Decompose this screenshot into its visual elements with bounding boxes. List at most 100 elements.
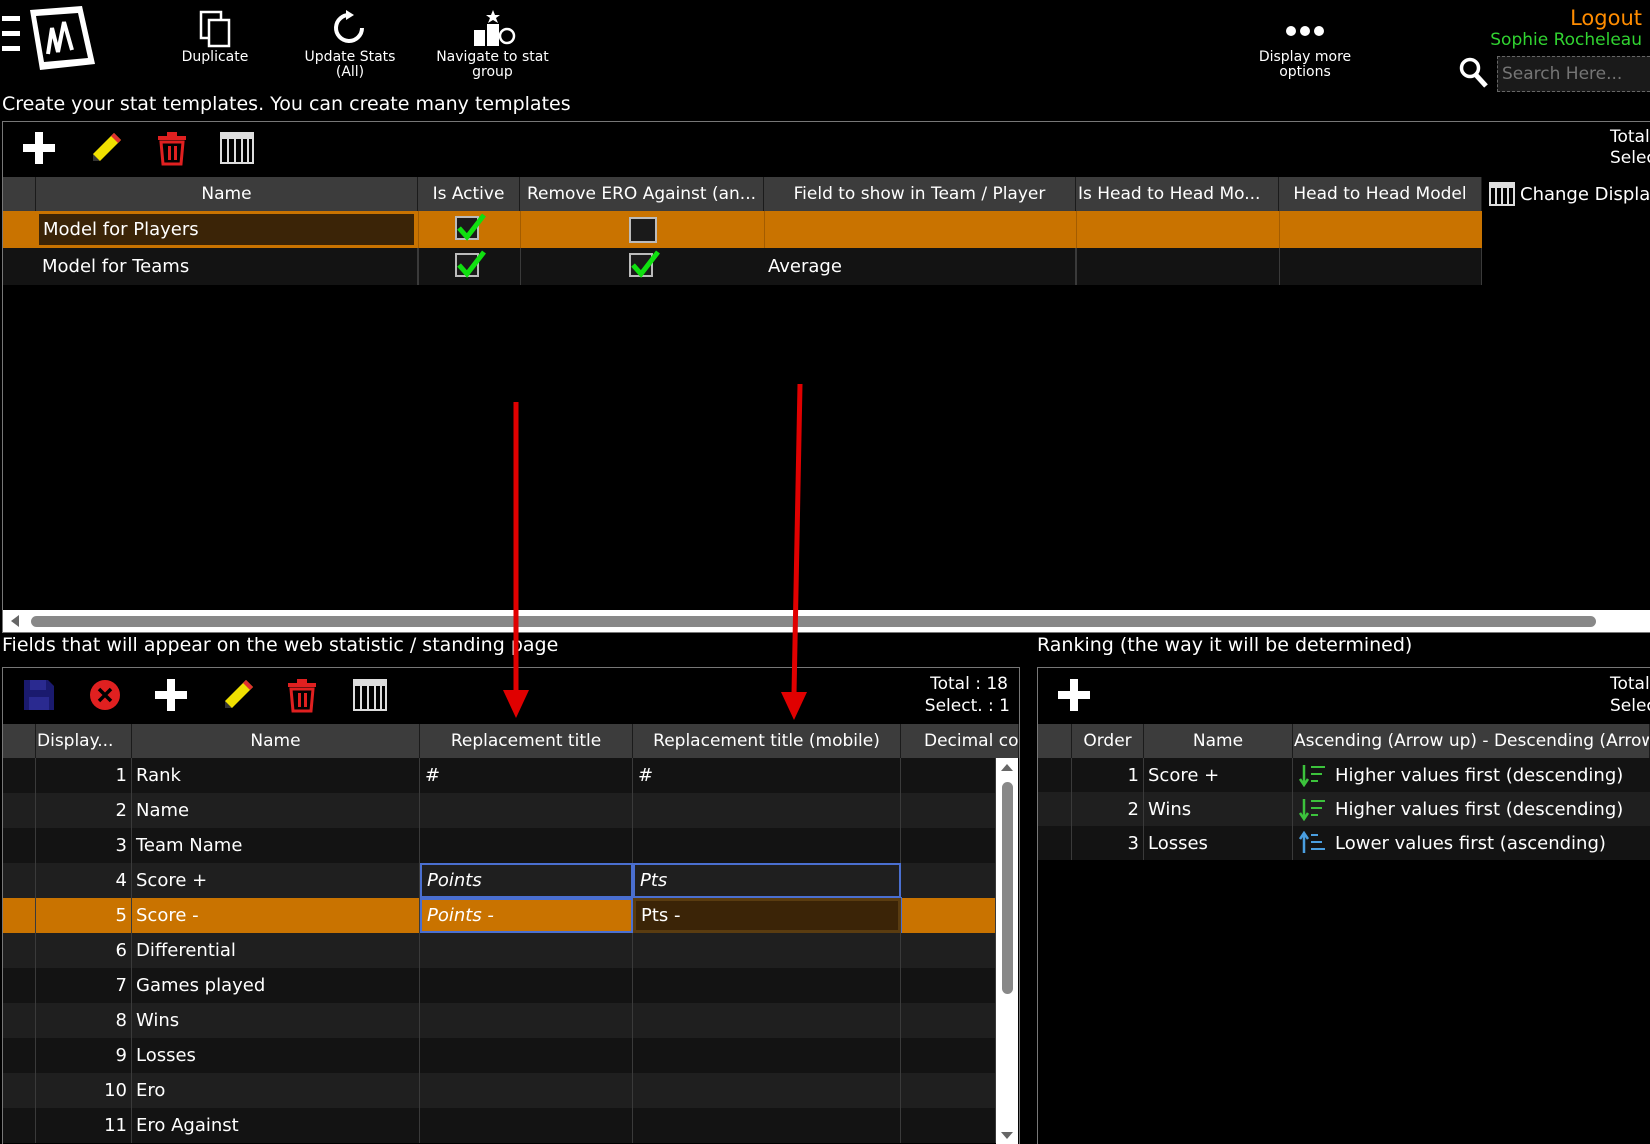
field-row-indicator[interactable] xyxy=(3,863,36,898)
field-row-decimal[interactable] xyxy=(901,933,996,968)
field-row-name[interactable]: Games played xyxy=(132,968,420,1003)
field-row-replacement-title-mobile[interactable] xyxy=(633,1073,901,1108)
template-row-remove-ero-checkbox[interactable] xyxy=(629,250,660,278)
templates-col-h2h-model[interactable]: Head to Head Model xyxy=(1279,177,1482,211)
ranking-row-order[interactable]: 3 xyxy=(1072,826,1144,860)
ranking-col-direction[interactable]: Ascending (Arrow up) - Descending (Arrow xyxy=(1293,724,1650,758)
field-row-decimal[interactable] xyxy=(901,1073,996,1108)
field-row-replacement-title-mobile[interactable] xyxy=(633,1038,901,1073)
field-row-replacement-title-mobile[interactable]: # xyxy=(633,758,901,793)
field-row-decimal[interactable] xyxy=(901,1108,996,1143)
field-row-indicator[interactable] xyxy=(3,1108,36,1143)
field-row-replacement-title[interactable]: Points - xyxy=(420,898,633,933)
ranking-row-direction[interactable]: Higher values first (descending) xyxy=(1293,792,1650,826)
field-row-order[interactable]: 1 xyxy=(36,758,132,793)
field-row-indicator[interactable] xyxy=(3,1038,36,1073)
field-row-name[interactable]: Wins xyxy=(132,1003,420,1038)
field-row-order[interactable]: 7 xyxy=(36,968,132,1003)
field-row-name[interactable]: Score + xyxy=(132,863,420,898)
fields-vertical-scrollbar[interactable] xyxy=(996,758,1018,1144)
ranking-row-direction[interactable]: Lower values first (ascending) xyxy=(1293,826,1650,860)
delete-template-icon[interactable] xyxy=(154,130,190,166)
field-row-replacement-title-mobile[interactable] xyxy=(633,968,901,1003)
fields-col-replacement-title[interactable]: Replacement title xyxy=(420,724,633,758)
field-row-decimal[interactable] xyxy=(901,1003,996,1038)
field-row-indicator[interactable] xyxy=(3,793,36,828)
logout-link[interactable]: Logout xyxy=(1570,6,1642,30)
delete-field-icon[interactable] xyxy=(284,677,320,713)
field-row-order[interactable]: 4 xyxy=(36,863,132,898)
field-row-order[interactable]: 3 xyxy=(36,828,132,863)
field-row-decimal[interactable] xyxy=(901,898,996,933)
ranking-row-name[interactable]: Losses xyxy=(1144,826,1293,860)
ranking-row-order[interactable]: 1 xyxy=(1072,758,1144,792)
field-row-name[interactable]: Ero Against xyxy=(132,1108,420,1143)
field-row-indicator[interactable] xyxy=(3,1003,36,1038)
field-row-order[interactable]: 5 xyxy=(36,898,132,933)
scroll-down-icon[interactable] xyxy=(999,1130,1015,1142)
app-logo[interactable] xyxy=(0,2,100,74)
template-row-remove-ero-checkbox[interactable] xyxy=(629,217,657,243)
field-row-replacement-title[interactable] xyxy=(420,1073,633,1108)
field-row-replacement-title-mobile[interactable]: Pts - xyxy=(632,897,902,934)
field-row-name[interactable]: Team Name xyxy=(132,828,420,863)
field-row-name[interactable]: Ero xyxy=(132,1073,420,1108)
update-stats-button[interactable]: Update Stats (All) xyxy=(300,8,400,80)
ranking-row-direction[interactable]: Higher values first (descending) xyxy=(1293,758,1650,792)
scroll-left-icon[interactable] xyxy=(7,613,23,629)
field-row-name[interactable]: Rank xyxy=(132,758,420,793)
templates-col-is-active[interactable]: Is Active xyxy=(418,177,520,211)
field-row-indicator[interactable] xyxy=(3,758,36,793)
template-row-is-active-checkbox[interactable] xyxy=(455,250,486,278)
edit-template-icon[interactable] xyxy=(88,130,124,166)
change-display-button[interactable]: Change Display xyxy=(1488,180,1650,208)
ranking-row-indicator[interactable] xyxy=(1038,826,1072,860)
add-template-icon[interactable] xyxy=(21,130,57,166)
field-row-decimal[interactable] xyxy=(901,758,996,793)
add-ranking-icon[interactable] xyxy=(1056,677,1092,713)
field-row-order[interactable]: 11 xyxy=(36,1108,132,1143)
field-row-replacement-title-mobile[interactable] xyxy=(633,933,901,968)
ranking-row-indicator[interactable] xyxy=(1038,758,1072,792)
field-row-decimal[interactable] xyxy=(901,968,996,1003)
field-row-replacement-title[interactable] xyxy=(420,828,633,863)
fields-col-name[interactable]: Name xyxy=(132,724,420,758)
navigate-stat-group-button[interactable]: Navigate to stat group xyxy=(430,8,555,80)
field-row-order[interactable]: 6 xyxy=(36,933,132,968)
field-row-name[interactable]: Score - xyxy=(132,898,420,933)
field-row-indicator[interactable] xyxy=(3,828,36,863)
columns-field-icon[interactable] xyxy=(352,677,388,713)
display-more-options-button[interactable]: Display more options xyxy=(1250,14,1360,80)
cancel-icon[interactable] xyxy=(88,678,122,712)
save-icon[interactable] xyxy=(22,678,56,712)
ranking-row-order[interactable]: 2 xyxy=(1072,792,1144,826)
field-row-replacement-title[interactable]: # xyxy=(420,758,633,793)
field-row-indicator[interactable] xyxy=(3,933,36,968)
template-row-name[interactable]: Model for Players xyxy=(37,212,416,247)
field-row-replacement-title[interactable] xyxy=(420,1003,633,1038)
field-row-order[interactable]: 8 xyxy=(36,1003,132,1038)
field-row-replacement-title-mobile[interactable] xyxy=(633,1108,901,1143)
ranking-col-order[interactable]: Order xyxy=(1072,724,1144,758)
duplicate-button[interactable]: Duplicate xyxy=(175,8,255,65)
field-row-indicator[interactable] xyxy=(3,898,36,933)
field-row-replacement-title-mobile[interactable]: Pts xyxy=(633,863,901,898)
scrollbar-thumb[interactable] xyxy=(1002,782,1013,994)
ranking-row-indicator[interactable] xyxy=(1038,792,1072,826)
field-row-replacement-title[interactable] xyxy=(420,793,633,828)
ranking-row-name[interactable]: Score + xyxy=(1144,758,1293,792)
field-row-replacement-title[interactable] xyxy=(420,968,633,1003)
field-row-replacement-title[interactable]: Points xyxy=(420,863,633,898)
add-field-icon[interactable] xyxy=(153,677,189,713)
template-row-is-active-checkbox[interactable] xyxy=(455,213,486,241)
scroll-up-icon[interactable] xyxy=(999,761,1015,773)
field-row-decimal[interactable] xyxy=(901,793,996,828)
field-row-decimal[interactable] xyxy=(901,863,996,898)
templates-col-field-to-show[interactable]: Field to show in Team / Player xyxy=(764,177,1076,211)
field-row-name[interactable]: Name xyxy=(132,793,420,828)
field-row-name[interactable]: Differential xyxy=(132,933,420,968)
field-row-replacement-title[interactable] xyxy=(420,933,633,968)
field-row-replacement-title-mobile[interactable] xyxy=(633,793,901,828)
fields-col-replacement-title-mobile[interactable]: Replacement title (mobile) xyxy=(633,724,901,758)
search-input[interactable] xyxy=(1497,56,1650,92)
